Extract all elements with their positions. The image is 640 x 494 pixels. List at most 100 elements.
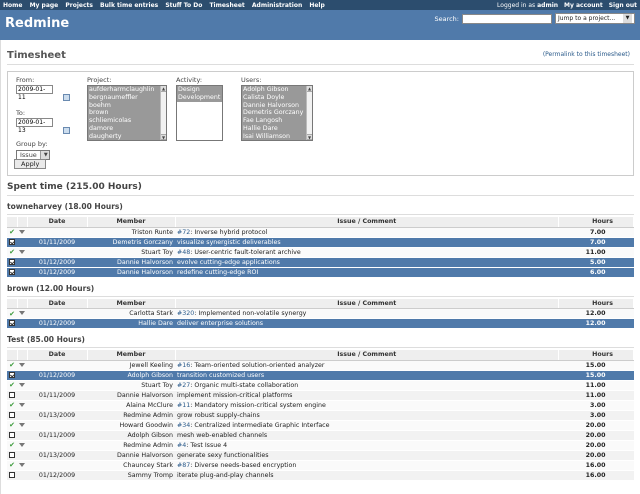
table-row[interactable]: 01/12/2009 Sammy Tromp iterate plug-and-pl… (7, 470, 634, 481)
row-check-cell[interactable]: ✔ (7, 308, 17, 319)
header-hours[interactable]: Hours (558, 298, 634, 309)
row-expand-cell[interactable] (17, 227, 27, 238)
checkmark-icon[interactable]: ✔ (9, 421, 15, 429)
activity-multiselect[interactable]: Design Development (176, 85, 223, 141)
scroll-down-icon[interactable]: ▼ (161, 134, 166, 140)
header-issue[interactable]: Issue / Comment (175, 217, 559, 228)
issue-row[interactable]: ✔ Howard Goodwin #34: Centralized intermed… (7, 420, 634, 431)
row-checkbox[interactable] (9, 238, 15, 245)
row-checkbox[interactable] (9, 411, 15, 418)
row-expand-cell[interactable] (17, 237, 27, 248)
row-expand-cell[interactable] (17, 318, 27, 329)
user-option[interactable]: Dannie Halvorson (242, 101, 312, 110)
row-expand-cell[interactable] (17, 430, 27, 441)
issue-row[interactable]: ✔ Alaina McClure #11: Mandatory mission-cr… (7, 400, 634, 411)
issue-row[interactable]: ✔ Jewell Keeling #16: Team-oriented soluti… (7, 360, 634, 371)
table-row[interactable]: 01/11/2009 Dannie Halvorson implement miss… (7, 390, 634, 401)
project-option[interactable]: brown (88, 109, 166, 118)
row-checkbox[interactable] (9, 451, 15, 458)
issue-link[interactable]: #34 (177, 422, 190, 429)
from-date-field[interactable]: 2009-01-11 (16, 85, 53, 101)
menu-timesheet[interactable]: Timesheet (209, 2, 244, 9)
permalink-link[interactable]: (Permalink to this timesheet) (543, 51, 630, 58)
row-check-cell[interactable]: ✔ (7, 227, 17, 238)
checkmark-icon[interactable]: ✔ (9, 310, 15, 318)
activity-option[interactable]: Design (177, 86, 222, 94)
header-issue[interactable]: Issue / Comment (175, 298, 559, 309)
row-check-cell[interactable] (7, 257, 17, 268)
row-checkbox[interactable] (9, 391, 15, 398)
checkmark-icon[interactable]: ✔ (9, 441, 15, 449)
user-option[interactable]: Calista Doyle (242, 93, 312, 102)
issue-row[interactable]: ✔ Carlotta Stark #320: Implemented non-vol… (7, 308, 634, 319)
project-option[interactable]: aufderharmclaughlin (88, 86, 166, 94)
sign-out-link[interactable]: Sign out (609, 2, 637, 9)
project-option[interactable]: daugherty (88, 132, 166, 140)
user-option[interactable]: Demetris Gorczany (242, 109, 312, 118)
row-expand-cell[interactable] (17, 400, 27, 411)
logged-in-user[interactable]: admin (537, 2, 558, 9)
menu-home[interactable]: Home (3, 2, 22, 9)
expand-arrow-icon[interactable] (19, 311, 25, 315)
issue-link[interactable]: #27 (177, 382, 190, 389)
row-check-cell[interactable] (7, 430, 17, 441)
row-check-cell[interactable]: ✔ (7, 440, 17, 451)
project-scrollbar[interactable]: ▲ ▼ (160, 86, 166, 140)
project-multiselect[interactable]: aufderharmclaughlin bergnaumeffler boehm… (87, 85, 167, 141)
issue-row[interactable]: ✔ Redmine Admin #4: Test Issue 4 20.00 (7, 440, 634, 451)
row-expand-cell[interactable] (17, 370, 27, 381)
row-checkbox[interactable] (9, 258, 15, 265)
issue-link[interactable]: #320 (177, 310, 194, 317)
row-expand-cell[interactable] (17, 380, 27, 391)
row-check-cell[interactable] (7, 237, 17, 248)
row-check-cell[interactable] (7, 267, 17, 278)
user-option[interactable]: Fae Langosh (242, 117, 312, 125)
row-check-cell[interactable] (7, 390, 17, 401)
issue-link[interactable]: #11 (177, 402, 190, 409)
issue-link[interactable]: #72 (177, 229, 190, 236)
issue-row[interactable]: ✔ Chauncey Stark #87: Diverse needs-based … (7, 460, 634, 471)
checkmark-icon[interactable]: ✔ (9, 361, 15, 369)
issue-link[interactable]: #16 (177, 362, 190, 369)
row-checkbox[interactable] (9, 268, 15, 275)
users-scrollbar[interactable]: ▲ ▼ (306, 86, 312, 140)
expand-arrow-icon[interactable] (19, 402, 25, 407)
row-check-cell[interactable]: ✔ (7, 380, 17, 391)
row-expand-cell[interactable] (17, 257, 27, 268)
project-option[interactable]: boehm (88, 101, 166, 110)
row-expand-cell[interactable] (17, 440, 27, 451)
expand-arrow-icon[interactable] (19, 229, 25, 234)
calendar-icon[interactable] (63, 93, 70, 101)
row-check-cell[interactable]: ✔ (7, 400, 17, 411)
checkmark-icon[interactable]: ✔ (9, 401, 15, 409)
expand-arrow-icon[interactable] (19, 422, 25, 427)
row-checkbox[interactable] (9, 431, 15, 438)
apply-button[interactable]: Apply (14, 159, 47, 169)
header-date[interactable]: Date (27, 217, 88, 228)
row-expand-cell[interactable] (17, 450, 27, 461)
issue-row[interactable]: ✔ Triston Runte #72: Inverse hybrid protoc… (7, 227, 634, 238)
menu-projects[interactable]: Projects (65, 2, 93, 9)
issue-link[interactable]: #87 (177, 462, 190, 469)
issue-link[interactable]: #48 (177, 249, 190, 256)
header-date[interactable]: Date (27, 298, 88, 309)
row-expand-cell[interactable] (17, 308, 27, 319)
checkmark-icon[interactable]: ✔ (9, 248, 15, 256)
checkmark-icon[interactable]: ✔ (9, 228, 15, 236)
scroll-up-icon[interactable]: ▲ (307, 86, 312, 92)
to-date-field[interactable]: 2009-01-13 (16, 118, 53, 134)
issue-row[interactable]: ✔ Stuart Toy #48: User-centric fault-toler… (7, 247, 634, 258)
menu-stuff-to-do[interactable]: Stuff To Do (165, 2, 202, 9)
header-member[interactable]: Member (87, 298, 176, 309)
user-option[interactable]: Isai Williamson (242, 132, 312, 140)
users-multiselect[interactable]: Adolph Gibson Calista Doyle Dannie Halvo… (241, 85, 313, 141)
row-expand-cell[interactable] (17, 267, 27, 278)
row-checkbox[interactable] (9, 371, 15, 378)
header-hours[interactable]: Hours (558, 217, 634, 228)
checkmark-icon[interactable]: ✔ (9, 381, 15, 389)
row-expand-cell[interactable] (17, 360, 27, 371)
calendar-icon[interactable] (63, 126, 70, 134)
row-expand-cell[interactable] (17, 460, 27, 471)
scroll-up-icon[interactable]: ▲ (161, 86, 166, 92)
expand-arrow-icon[interactable] (19, 462, 25, 467)
